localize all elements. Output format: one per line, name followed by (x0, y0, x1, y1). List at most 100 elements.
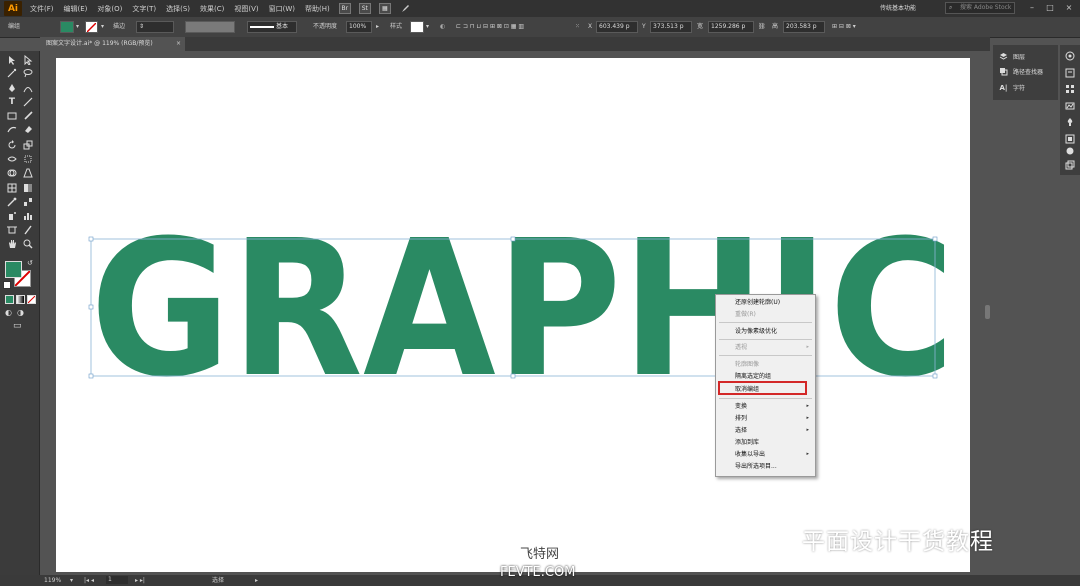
graphic-style-swatch[interactable] (410, 21, 424, 33)
shape-builder-tool-icon[interactable] (5, 167, 19, 179)
y-field[interactable]: 373.513 p (650, 21, 692, 33)
stock-button[interactable]: St (358, 3, 371, 14)
perspective-grid-tool-icon[interactable] (21, 167, 35, 179)
menu-select[interactable]: 选择(S) (161, 4, 195, 14)
selection-tool-icon[interactable] (5, 54, 19, 66)
symbols-icon[interactable] (1064, 116, 1076, 127)
workspace-switcher[interactable]: 传统基本功能 (880, 3, 916, 12)
gpu-rocket-icon[interactable] (399, 3, 411, 14)
curvature-tool-icon[interactable] (21, 82, 35, 94)
lasso-tool-icon[interactable] (21, 67, 35, 79)
panel-character[interactable]: A| 字符 (999, 81, 1026, 94)
draw-inside-icon[interactable]: ◑ (17, 308, 24, 317)
menu-window[interactable]: 窗口(W) (264, 4, 300, 14)
ctx-transform[interactable]: 变换 ▸ (716, 401, 815, 412)
stroke-dropdown-icon[interactable]: ▾ (101, 21, 104, 33)
handle-top-left[interactable] (88, 236, 94, 242)
artboard-tool-icon[interactable] (5, 224, 19, 236)
properties-icon[interactable] (1064, 67, 1076, 78)
zoom-tool-icon[interactable] (21, 238, 35, 250)
scale-tool-icon[interactable] (21, 139, 35, 151)
magic-wand-tool-icon[interactable] (5, 67, 19, 79)
menu-view[interactable]: 视图(V) (229, 4, 263, 14)
draw-mode-icon[interactable]: ◐ (5, 308, 12, 317)
document-tab[interactable]: 图案文字设计.ai* @ 119% (RGB/预览) × (40, 37, 185, 51)
handle-mid-left[interactable] (88, 304, 94, 310)
constrain-proportions-icon[interactable]: ⛓ (758, 21, 766, 33)
menu-type[interactable]: 文字(T) (127, 4, 161, 14)
appearance-icon[interactable] (1064, 145, 1076, 156)
handle-bottom-right[interactable] (932, 373, 938, 379)
stock-search-input[interactable]: ⌕ 搜索 Adobe Stock (945, 2, 1015, 14)
minimize-icon[interactable]: – (1025, 2, 1039, 14)
first-artboard-icon[interactable]: |◂ ◂ (84, 575, 94, 586)
mesh-tool-icon[interactable] (5, 182, 19, 194)
bridge-button[interactable]: Br (338, 3, 351, 14)
column-graph-tool-icon[interactable] (21, 210, 35, 222)
symbol-sprayer-tool-icon[interactable] (5, 210, 19, 222)
height-field[interactable]: 203.583 p (783, 21, 825, 33)
stroke-weight-field[interactable]: ⇕ (136, 21, 174, 33)
ctx-add-to-library[interactable]: 添加到库 (716, 437, 815, 448)
image-trace-icon[interactable] (1064, 100, 1076, 111)
arrange-documents-icon[interactable]: ▦ (378, 3, 391, 14)
ctx-collect-for-export[interactable]: 收集以导出 ▸ (716, 449, 815, 460)
close-tab-icon[interactable]: × (176, 37, 181, 51)
status-text[interactable]: 选择 (212, 575, 224, 586)
reference-point-icon[interactable]: ⁙ (575, 21, 580, 33)
none-mode-icon[interactable] (27, 295, 36, 304)
zoom-level[interactable]: 119% (44, 575, 61, 586)
line-tool-icon[interactable] (21, 96, 35, 108)
stroke-none-swatch[interactable] (85, 21, 98, 33)
fill-color-box[interactable] (5, 261, 22, 278)
fill-color-swatch[interactable] (60, 21, 74, 33)
status-menu-icon[interactable]: ▸ (255, 575, 258, 586)
pen-tool-icon[interactable] (5, 82, 19, 94)
default-fill-stroke-icon[interactable] (3, 281, 11, 289)
menu-edit[interactable]: 编辑(E) (59, 4, 93, 14)
color-guide-icon[interactable] (1064, 50, 1076, 61)
vertical-scrollbar-thumb[interactable] (985, 305, 990, 319)
brush-definition[interactable]: 基本 (247, 21, 297, 33)
align-controls[interactable]: ⊏ ⊐ ⊓ ⊔ ⊟ ⊞ ⊠ ⊡ ▦ ▥ (456, 21, 524, 33)
recolor-artwork-icon[interactable]: ◐ (440, 21, 445, 33)
x-field[interactable]: 603.439 p (596, 21, 638, 33)
graphic-styles-icon[interactable] (1064, 133, 1076, 144)
ctx-select[interactable]: 选择 ▸ (716, 425, 815, 436)
opacity-field[interactable]: 100% (346, 21, 372, 33)
ctx-undo-outline[interactable]: 还原创建轮廓(U) (716, 297, 815, 308)
artwork-svg[interactable]: GRAPHIC (85, 232, 945, 382)
style-dropdown-icon[interactable]: ▾ (426, 21, 429, 33)
rectangle-tool-icon[interactable] (5, 110, 19, 122)
menu-file[interactable]: 文件(F) (25, 4, 59, 14)
blend-tool-icon[interactable] (21, 196, 35, 208)
swap-fill-stroke-icon[interactable]: ↺ (27, 259, 33, 267)
panel-layers[interactable]: 图层 (999, 50, 1025, 63)
eraser-tool-icon[interactable] (21, 123, 35, 135)
shaper-tool-icon[interactable] (5, 123, 19, 135)
color-mode-icon[interactable] (5, 295, 14, 304)
width-tool-icon[interactable] (5, 153, 19, 165)
type-tool-icon[interactable]: T (5, 96, 19, 108)
handle-top-right[interactable] (932, 236, 938, 242)
ctx-arrange[interactable]: 排列 ▸ (716, 413, 815, 424)
handle-bottom-left[interactable] (88, 373, 94, 379)
free-transform-tool-icon[interactable] (21, 153, 35, 165)
transform-more-icons[interactable]: ⊞ ⊟ ⊠ ▾ (832, 21, 856, 33)
handle-bottom-mid[interactable] (510, 373, 516, 379)
fill-dropdown-icon[interactable]: ▾ (76, 21, 79, 33)
variable-width-profile[interactable] (185, 21, 235, 33)
ctx-export-selection[interactable]: 导出所选项目... (716, 461, 815, 472)
next-artboard-icon[interactable]: ▸ ▸| (135, 575, 145, 586)
handle-top-mid[interactable] (510, 236, 516, 242)
gradient-tool-icon[interactable] (21, 182, 35, 194)
panel-pathfinder[interactable]: 路径查找器 (999, 65, 1043, 78)
eyedropper-tool-icon[interactable] (5, 196, 19, 208)
opacity-arrow-icon[interactable]: ▸ (376, 21, 379, 33)
close-window-icon[interactable]: × (1062, 2, 1076, 14)
swatches-icon[interactable] (1064, 83, 1076, 94)
width-field[interactable]: 1259.286 p (708, 21, 754, 33)
menu-effect[interactable]: 效果(C) (195, 4, 229, 14)
menu-object[interactable]: 对象(O) (92, 4, 127, 14)
screen-mode-icon[interactable]: ▭ (13, 321, 22, 331)
